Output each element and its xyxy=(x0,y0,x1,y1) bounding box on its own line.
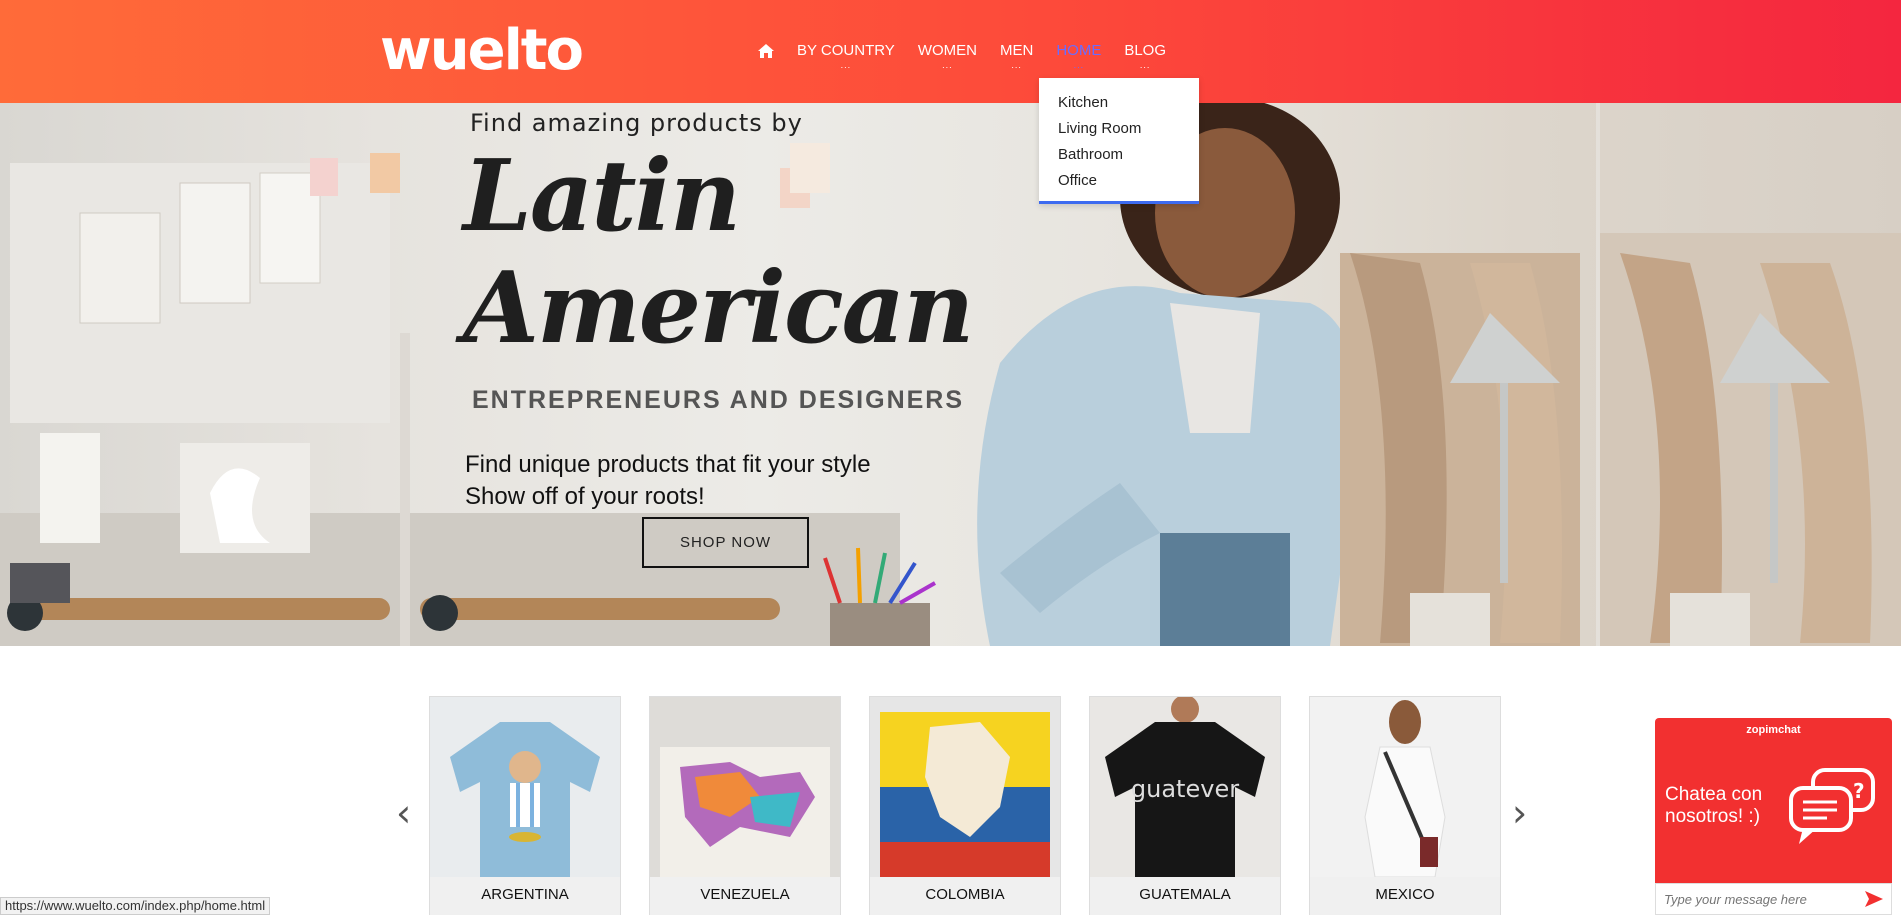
hero-title-line: American xyxy=(463,251,974,366)
dropdown-item-bathroom[interactable]: Bathroom xyxy=(1039,142,1199,168)
product-card-argentina[interactable]: ARGENTINA xyxy=(429,696,621,915)
nav-dots: ... xyxy=(942,60,953,70)
chat-message: Chatea con nosotros! :) xyxy=(1665,784,1763,827)
card-label: GUATEMALA xyxy=(1090,877,1280,915)
nav-label: WOMEN xyxy=(917,42,977,59)
hero-subtitle: ENTREPRENEURS AND DESIGNERS xyxy=(472,386,965,414)
nav-item-home[interactable]: HOME ... xyxy=(1056,40,1102,70)
dropdown-item-kitchen[interactable]: Kitchen xyxy=(1039,90,1199,116)
svg-text:?: ? xyxy=(1853,779,1865,803)
home-icon[interactable] xyxy=(758,44,774,58)
hero-desc-line: Show off of your roots! xyxy=(465,483,705,510)
product-card-mexico[interactable]: MEXICO xyxy=(1309,696,1501,915)
hero-title: Latin American xyxy=(463,139,974,366)
chat-bubble-icon: ? xyxy=(1789,768,1875,844)
venezuela-poster-image xyxy=(650,697,840,877)
chat-brand: zopimchat xyxy=(1746,724,1801,736)
nav-dots: ... xyxy=(1139,60,1151,70)
guatemala-tshirt-image: guatever xyxy=(1090,697,1280,877)
card-label: MEXICO xyxy=(1310,877,1500,915)
dropdown-item-living-room[interactable]: Living Room xyxy=(1039,116,1199,142)
product-card-guatemala[interactable]: guatever GUATEMALA xyxy=(1089,696,1281,915)
chevron-right-icon[interactable]: › xyxy=(1512,794,1527,832)
card-label: COLOMBIA xyxy=(870,877,1060,915)
nav-label: BLOG xyxy=(1124,42,1167,59)
card-label: VENEZUELA xyxy=(650,877,840,915)
site-logo[interactable]: wuelto xyxy=(380,18,584,84)
product-card-colombia[interactable]: COLOMBIA xyxy=(869,696,1061,915)
svg-text:guatever: guatever xyxy=(1131,775,1239,803)
nav-dots: ... xyxy=(1073,60,1085,70)
main-nav: BY COUNTRY ... WOMEN ... MEN ... HOME ..… xyxy=(758,40,1189,70)
nav-label: HOME xyxy=(1056,42,1102,59)
nav-label: MEN xyxy=(999,42,1034,59)
hero-banner: Find amazing products by Latin American … xyxy=(0,103,1901,646)
page: wuelto BY COUNTRY ... WOMEN ... MEN ... … xyxy=(0,0,1901,915)
hero-description: Find unique products that fit your style… xyxy=(465,449,871,513)
hero-kicker: Find amazing products by xyxy=(470,109,803,137)
chat-input-bar xyxy=(1655,883,1892,915)
home-dropdown-menu: Kitchen Living Room Bathroom Office xyxy=(1039,78,1199,204)
colombia-pillow-image xyxy=(870,697,1060,877)
card-label: ARGENTINA xyxy=(430,877,620,915)
shop-now-button[interactable]: SHOP NOW xyxy=(642,517,809,568)
status-bar-url: https://www.wuelto.com/index.php/home.ht… xyxy=(0,897,271,915)
site-header: wuelto BY COUNTRY ... WOMEN ... MEN ... … xyxy=(0,0,1901,103)
nav-dots: ... xyxy=(840,60,852,70)
nav-label: BY COUNTRY xyxy=(797,42,895,59)
argentina-tshirt-image xyxy=(430,697,620,877)
mexico-outfit-image xyxy=(1310,697,1500,877)
nav-item-men[interactable]: MEN ... xyxy=(999,40,1034,70)
product-card-venezuela[interactable]: VENEZUELA xyxy=(649,696,841,915)
nav-item-women[interactable]: WOMEN ... xyxy=(917,40,977,70)
chevron-left-icon[interactable]: ‹ xyxy=(396,794,411,832)
dropdown-item-office[interactable]: Office xyxy=(1039,168,1199,194)
nav-dots: ... xyxy=(1011,60,1022,70)
send-icon[interactable] xyxy=(1865,891,1883,907)
hero-desc-line: Find unique products that fit your style xyxy=(465,451,871,478)
country-carousel: ‹ ARGENTINA VENEZUELA COLOMBIA guatever … xyxy=(0,646,1901,915)
hero-title-line: Latin xyxy=(463,139,741,254)
chat-widget[interactable]: zopimchat Chatea con nosotros! :) ? xyxy=(1655,718,1892,915)
chat-message-input[interactable] xyxy=(1656,884,1846,914)
nav-item-blog[interactable]: BLOG ... xyxy=(1124,40,1167,70)
nav-item-by-country[interactable]: BY COUNTRY ... xyxy=(797,40,895,70)
